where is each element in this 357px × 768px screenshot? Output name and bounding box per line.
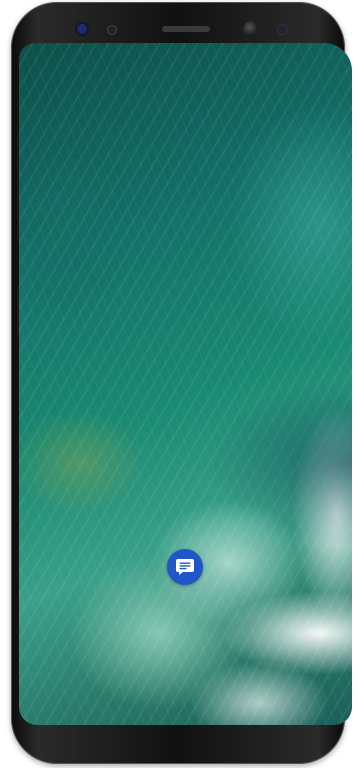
earpiece-speaker [162, 26, 210, 32]
messages-app-icon[interactable] [167, 549, 203, 585]
light-sensor-icon [277, 24, 288, 35]
proximity-sensor-icon [107, 25, 117, 35]
home-screen-wallpaper [19, 43, 352, 725]
message-icon [176, 559, 194, 575]
phone-top-bezel [11, 16, 345, 42]
iris-sensor-icon [77, 24, 87, 34]
front-camera-icon [243, 21, 259, 37]
